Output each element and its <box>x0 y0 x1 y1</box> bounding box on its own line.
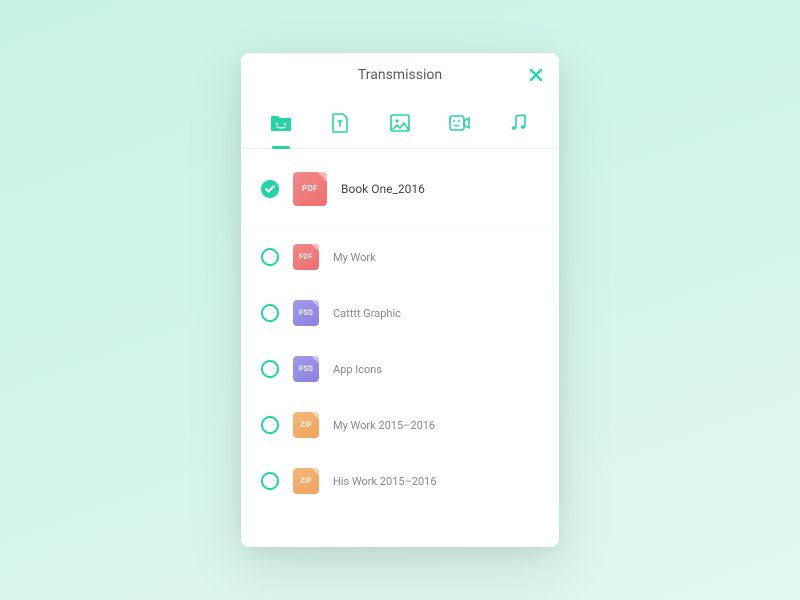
checkbox-unselected[interactable] <box>261 472 279 490</box>
header: Transmission <box>241 53 559 97</box>
text-file-icon <box>331 113 349 133</box>
file-type-icon: PSD <box>293 356 319 382</box>
tab-music[interactable] <box>505 109 533 137</box>
file-type-badge: PSD <box>299 309 313 317</box>
category-tabs <box>241 97 559 149</box>
file-type-badge: PDF <box>302 184 318 193</box>
page-title: Transmission <box>358 67 442 83</box>
file-name: Book One_2016 <box>341 182 425 196</box>
file-type-badge: ZIP <box>300 421 312 429</box>
tab-image[interactable] <box>386 109 414 137</box>
transmission-panel: Transmission PDF B <box>241 53 559 547</box>
check-icon <box>265 185 275 193</box>
file-name: His Work 2015–2016 <box>333 475 437 488</box>
list-item[interactable]: PSD Catttt Graphic <box>241 285 559 341</box>
checkbox-selected[interactable] <box>261 180 279 198</box>
file-name: App Icons <box>333 363 382 376</box>
file-type-badge: PSD <box>299 365 313 373</box>
file-name: My Work 2015–2016 <box>333 419 435 432</box>
file-type-icon: ZIP <box>293 412 319 438</box>
file-name: Catttt Graphic <box>333 307 401 320</box>
video-icon <box>449 115 471 131</box>
music-icon <box>510 113 528 133</box>
list-item[interactable]: ZIP His Work 2015–2016 <box>241 453 559 509</box>
list-item[interactable]: PDF My Work <box>241 229 559 285</box>
checkbox-unselected[interactable] <box>261 248 279 266</box>
tab-video[interactable] <box>446 109 474 137</box>
image-icon <box>390 114 410 132</box>
file-type-icon: PSD <box>293 300 319 326</box>
tab-text[interactable] <box>326 109 354 137</box>
tab-folder[interactable] <box>267 109 295 137</box>
file-list: PDF Book One_2016 PDF My Work PSD Catttt… <box>241 149 559 547</box>
file-type-icon: PDF <box>293 244 319 270</box>
list-item[interactable]: PDF Book One_2016 <box>241 149 559 229</box>
file-type-icon: ZIP <box>293 468 319 494</box>
list-item[interactable]: ZIP My Work 2015–2016 <box>241 397 559 453</box>
file-type-badge: ZIP <box>300 477 312 485</box>
file-type-icon: PDF <box>293 172 327 206</box>
checkbox-unselected[interactable] <box>261 360 279 378</box>
file-type-badge: PDF <box>299 253 313 261</box>
close-button[interactable] <box>527 66 545 84</box>
list-item[interactable]: PSD App Icons <box>241 341 559 397</box>
close-icon <box>529 68 543 82</box>
folder-icon <box>270 114 292 132</box>
checkbox-unselected[interactable] <box>261 304 279 322</box>
file-name: My Work <box>333 251 376 264</box>
checkbox-unselected[interactable] <box>261 416 279 434</box>
